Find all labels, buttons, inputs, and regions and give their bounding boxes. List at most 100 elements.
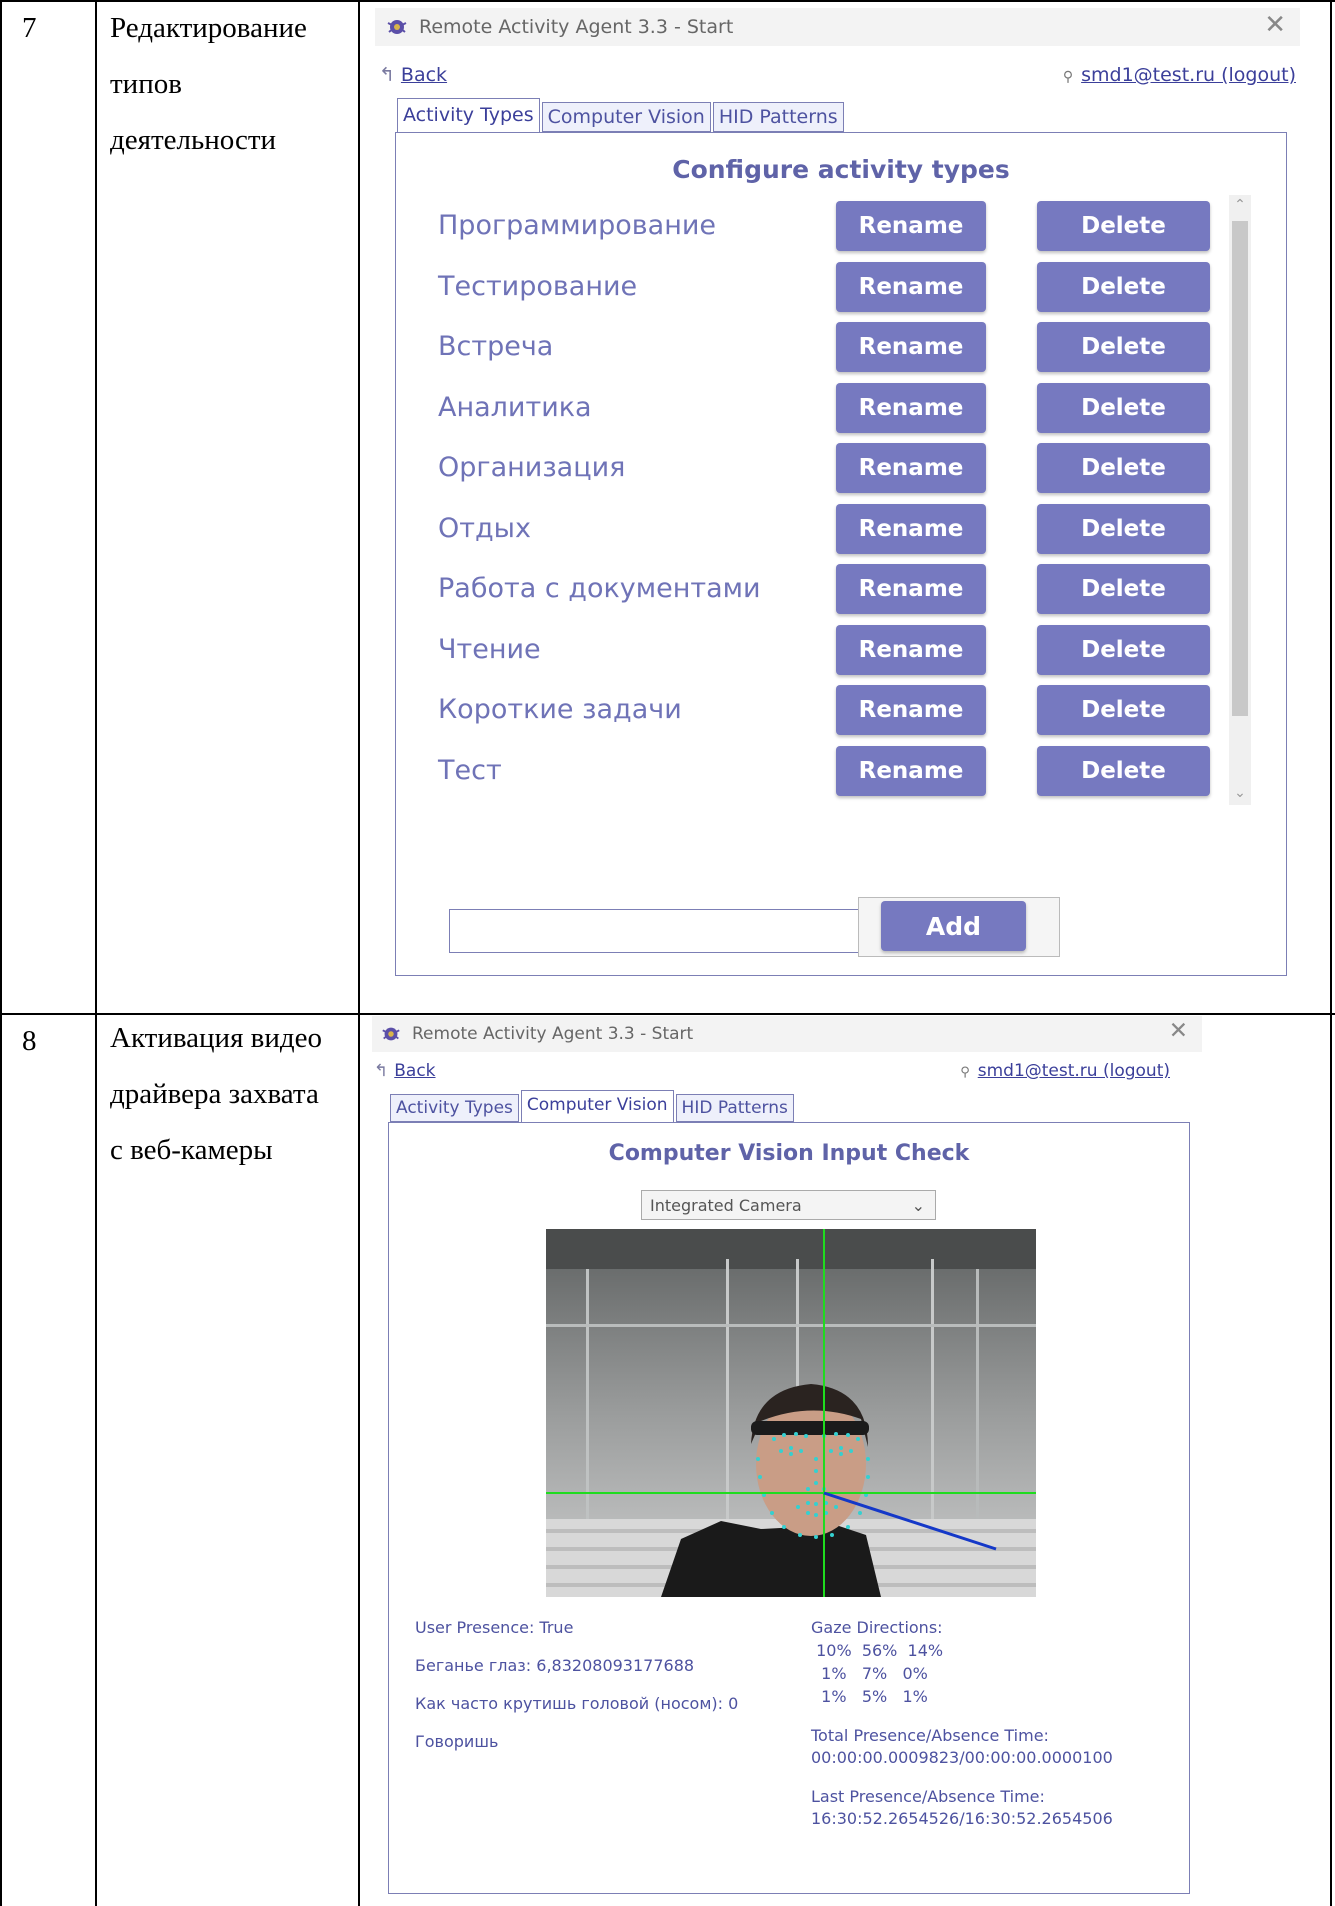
activity-list: Программирование Rename Delete Тестирование…: [396, 133, 1286, 833]
delete-button[interactable]: Delete: [1037, 443, 1210, 493]
eye-movement: Беганье глаз: 6,83208093177688: [415, 1656, 695, 1675]
new-activity-input[interactable]: [449, 909, 862, 953]
activity-row: Аналитика Rename Delete: [396, 377, 1286, 433]
delete-button[interactable]: Delete: [1037, 503, 1210, 554]
app-window: Remote Activity Agent 3.3 - Start ✕ ↰ Bac…: [372, 1016, 1202, 1901]
gaze-title: Gaze Directions:: [811, 1618, 943, 1637]
tab-activity-types[interactable]: Activity Types: [390, 1094, 519, 1122]
description-line: драйвера захвата: [110, 1078, 319, 1110]
user-logout-link[interactable]: ⚲ smd1@test.ru (logout): [1063, 64, 1296, 86]
camera-select-value: Integrated Camera: [650, 1195, 802, 1215]
tab-computer-vision[interactable]: Computer Vision: [520, 1090, 674, 1123]
table-col-divider-1: [95, 0, 97, 1906]
close-icon[interactable]: ✕: [1169, 1018, 1188, 1044]
activity-row: Программирование Rename Delete: [396, 195, 1286, 251]
app-logo-icon: [387, 20, 407, 34]
activity-name: Чтение: [438, 633, 541, 665]
rename-button[interactable]: Rename: [836, 624, 986, 675]
delete-button[interactable]: Delete: [1037, 322, 1210, 372]
activity-row: Встреча Rename Delete: [396, 316, 1286, 372]
back-link[interactable]: ↰ Back: [374, 1061, 436, 1081]
activity-name: Работа с документами: [438, 573, 761, 604]
title-bar: Remote Activity Agent 3.3 - Start: [372, 1016, 1202, 1052]
activity-name: Встреча: [438, 331, 554, 362]
delete-button[interactable]: Delete: [1037, 745, 1210, 796]
description-line: типов: [110, 68, 182, 100]
row-description: Активация видео драйвера захвата с веб-к…: [110, 1010, 355, 1178]
window-title: Remote Activity Agent 3.3 - Start: [419, 16, 734, 38]
camera-preview: [546, 1229, 1036, 1597]
head-rotation: Как часто крутишь головой (носом): 0: [415, 1694, 739, 1713]
scroll-down-icon[interactable]: ⌄: [1229, 785, 1251, 801]
activity-row: Работа с документами Rename Delete: [396, 558, 1286, 614]
activity-row: Тестирование Rename Delete: [396, 256, 1286, 312]
tab-activity-types[interactable]: Activity Types: [397, 98, 540, 134]
user-logout-link[interactable]: ⚲ smd1@test.ru (logout): [960, 1061, 1170, 1081]
window-title: Remote Activity Agent 3.3 - Start: [412, 1024, 694, 1044]
description-line: Активация видео: [110, 1022, 322, 1054]
activity-name: Аналитика: [438, 391, 592, 423]
table-border-right: [1330, 0, 1332, 1906]
rename-button[interactable]: Rename: [836, 564, 986, 614]
rename-button[interactable]: Rename: [836, 685, 986, 735]
tab-bar: Activity Types Computer Vision HID Patte…: [397, 98, 846, 134]
activity-row: Организация Rename Delete: [396, 437, 1286, 493]
app-logo-icon: [382, 1027, 400, 1041]
activity-row: Чтение Rename Delete: [396, 619, 1286, 675]
rename-button[interactable]: Rename: [836, 261, 986, 312]
activity-row: Короткие задачи Rename Delete: [396, 679, 1286, 735]
rename-button[interactable]: Rename: [836, 322, 986, 372]
activity-name: Тестирование: [438, 270, 638, 302]
delete-button[interactable]: Delete: [1037, 564, 1210, 614]
total-time-value: 00:00:00.0009823/00:00:00.0000100: [811, 1748, 1113, 1767]
chevron-down-icon: ⌄: [911, 1195, 925, 1215]
tab-hid-patterns[interactable]: HID Patterns: [712, 102, 844, 132]
description-line: с веб-камеры: [110, 1134, 273, 1166]
back-link[interactable]: ↰ Back: [379, 64, 447, 86]
rename-button[interactable]: Rename: [836, 382, 986, 433]
scroll-up-icon[interactable]: ⌃: [1229, 197, 1251, 213]
rename-button[interactable]: Rename: [836, 503, 986, 554]
scroll-thumb[interactable]: [1232, 221, 1248, 716]
tab-bar: Activity Types Computer Vision HID Patte…: [390, 1090, 796, 1123]
tab-hid-patterns[interactable]: HID Patterns: [675, 1094, 794, 1122]
gaze-row: 1% 5% 1%: [811, 1687, 928, 1706]
gaze-row: 1% 7% 0%: [811, 1664, 928, 1683]
user-icon: ⚲: [1062, 69, 1074, 85]
user-icon: ⚲: [960, 1065, 970, 1080]
delete-button[interactable]: Delete: [1037, 624, 1210, 675]
activity-row: Отдых Rename Delete: [396, 498, 1286, 554]
computer-vision-panel: Computer Vision Input Check Integrated C…: [388, 1122, 1190, 1894]
activity-row: Тест Rename Delete: [396, 740, 1286, 796]
total-time-label: Total Presence/Absence Time:: [811, 1726, 1049, 1745]
delete-button[interactable]: Delete: [1037, 261, 1210, 312]
row-description: Редактирование типов деятельности: [110, 0, 350, 168]
camera-frame-image: [546, 1229, 1036, 1597]
user-label: smd1@test.ru (logout): [977, 1061, 1170, 1081]
delete-button[interactable]: Delete: [1037, 685, 1210, 735]
delete-button[interactable]: Delete: [1037, 382, 1210, 433]
last-time-value: 16:30:52.2654526/16:30:52.2654506: [811, 1809, 1113, 1828]
back-arrow-icon: ↰: [374, 1061, 389, 1081]
activity-name: Организация: [438, 452, 626, 483]
tab-computer-vision[interactable]: Computer Vision: [541, 102, 711, 132]
table-border-left: [0, 0, 2, 1906]
camera-select[interactable]: Integrated Camera ⌄: [641, 1190, 936, 1220]
back-arrow-icon: ↰: [379, 64, 395, 86]
activity-name: Короткие задачи: [438, 694, 682, 725]
add-button[interactable]: Add: [881, 901, 1026, 951]
user-label: smd1@test.ru (logout): [1081, 64, 1296, 86]
last-time-label: Last Presence/Absence Time:: [811, 1787, 1045, 1806]
speaking-status: Говоришь: [415, 1732, 499, 1751]
scrollbar[interactable]: ⌃ ⌄: [1229, 195, 1251, 805]
app-window: Remote Activity Agent 3.3 - Start ✕ ↰ Bac…: [375, 8, 1300, 1008]
close-icon[interactable]: ✕: [1264, 10, 1286, 40]
rename-button[interactable]: Rename: [836, 443, 986, 493]
delete-button[interactable]: Delete: [1037, 201, 1210, 251]
row-number: 8: [22, 1025, 37, 1057]
title-bar: Remote Activity Agent 3.3 - Start: [375, 8, 1300, 46]
rename-button[interactable]: Rename: [836, 745, 986, 796]
activity-name: Программирование: [438, 210, 717, 241]
rename-button[interactable]: Rename: [836, 201, 986, 251]
description-line: деятельности: [110, 124, 277, 156]
